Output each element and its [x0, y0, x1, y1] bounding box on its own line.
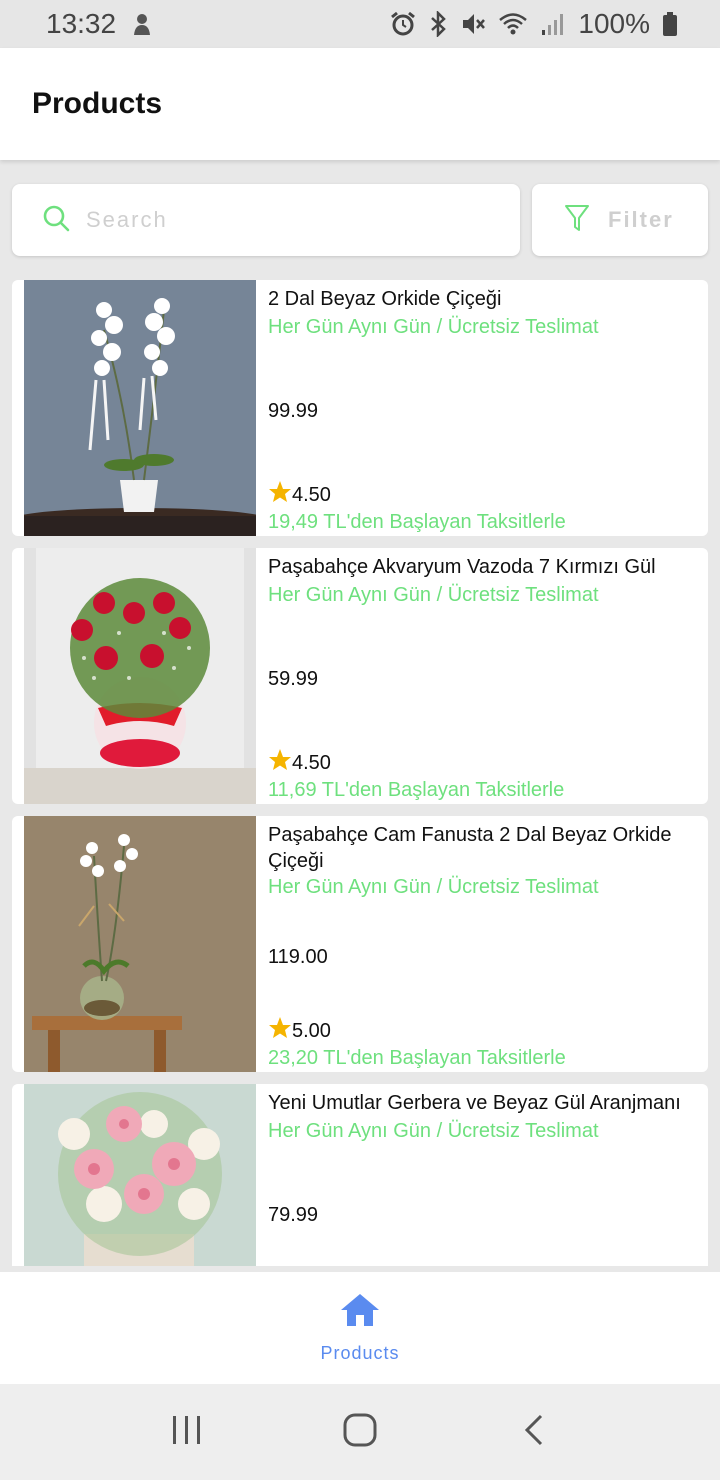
app-bar: Products — [0, 48, 720, 160]
bottom-navigation: Products — [0, 1272, 720, 1384]
star-icon — [268, 480, 292, 510]
product-price: 79.99 — [268, 1204, 319, 1226]
product-card[interactable]: Paşabahçe Cam Fanusta 2 Dal Beyaz Orkide… — [12, 816, 708, 1072]
screen: 13:32 100% Products Search Filter 2 Dal … — [0, 0, 720, 1480]
filter-button[interactable]: Filter — [532, 184, 708, 256]
mute-icon — [460, 11, 486, 37]
recent-apps-button[interactable] — [157, 1402, 217, 1462]
system-navigation — [0, 1384, 720, 1480]
alarm-icon — [390, 11, 416, 37]
search-icon — [42, 204, 70, 237]
home-icon — [339, 1292, 381, 1333]
product-card[interactable]: Yeni Umutlar Gerbera ve Beyaz Gül Aranjm… — [12, 1084, 708, 1266]
product-info: Yeni Umutlar Gerbera ve Beyaz Gül Aranjm… — [268, 1084, 704, 1266]
installment-info: 23,20 TL'den Başlayan Taksitlerle — [268, 1047, 566, 1069]
product-card[interactable]: 2 Dal Beyaz Orkide Çiçeği Her Gün Aynı G… — [12, 280, 708, 536]
product-name: Yeni Umutlar Gerbera ve Beyaz Gül Aranjm… — [268, 1092, 681, 1114]
home-circle-icon — [342, 1412, 378, 1453]
filter-icon — [564, 203, 590, 238]
notification-icon — [130, 11, 154, 37]
rating-value: 4.50 — [292, 483, 331, 506]
rating-value: 4.50 — [292, 751, 331, 774]
product-rating: 4.50 — [268, 748, 331, 778]
product-name: Paşabahçe Akvaryum Vazoda 7 Kırmızı Gül — [268, 556, 656, 578]
installment-info: 11,69 TL'den Başlayan Taksitlerle — [268, 779, 565, 801]
product-image — [24, 816, 256, 1072]
product-image — [24, 280, 256, 536]
page-title: Products — [32, 87, 163, 120]
product-rating: 4.50 — [268, 480, 331, 510]
status-bar: 13:32 100% — [0, 0, 720, 48]
delivery-info: Her Gün Aynı Gün / Ücretsiz Teslimat — [268, 1120, 599, 1142]
product-price: 99.99 — [268, 400, 319, 422]
product-price: 59.99 — [268, 668, 319, 690]
delivery-info: Her Gün Aynı Gün / Ücretsiz Teslimat — [268, 876, 599, 898]
product-info: 2 Dal Beyaz Orkide Çiçeği Her Gün Aynı G… — [268, 280, 704, 536]
filter-label: Filter — [608, 207, 674, 232]
star-icon — [268, 748, 292, 778]
search-input[interactable] — [86, 207, 466, 233]
status-right: 100% — [390, 8, 678, 40]
product-image — [24, 1084, 256, 1266]
product-list[interactable]: 2 Dal Beyaz Orkide Çiçeği Her Gün Aynı G… — [0, 280, 720, 1266]
search-bar[interactable] — [12, 184, 520, 256]
rating-value: 5.00 — [292, 1019, 331, 1042]
nav-label: Products — [320, 1343, 400, 1363]
signal-icon — [540, 11, 566, 37]
product-info: Paşabahçe Cam Fanusta 2 Dal Beyaz Orkide… — [268, 816, 704, 1072]
wifi-icon — [498, 11, 528, 37]
battery-icon — [662, 11, 678, 37]
product-name: Paşabahçe Cam Fanusta 2 Dal Beyaz Orkide… — [268, 824, 672, 872]
back-button[interactable] — [503, 1402, 563, 1462]
battery-percent: 100% — [578, 8, 650, 39]
product-info: Paşabahçe Akvaryum Vazoda 7 Kırmızı Gül … — [268, 548, 704, 804]
status-time: 13:32 — [46, 8, 117, 39]
back-icon — [521, 1413, 545, 1452]
product-image — [24, 548, 256, 804]
product-name: 2 Dal Beyaz Orkide Çiçeği — [268, 288, 502, 310]
installment-info: 19,49 TL'den Başlayan Taksitlerle — [268, 511, 566, 533]
star-icon — [268, 1016, 292, 1046]
delivery-info: Her Gün Aynı Gün / Ücretsiz Teslimat — [268, 316, 599, 338]
home-button[interactable] — [330, 1402, 390, 1462]
bluetooth-icon — [428, 11, 448, 37]
product-card[interactable]: Paşabahçe Akvaryum Vazoda 7 Kırmızı Gül … — [12, 548, 708, 804]
product-rating: 5.00 — [268, 1016, 331, 1046]
recent-apps-icon — [171, 1414, 203, 1451]
status-left: 13:32 — [46, 8, 154, 40]
product-price: 119.00 — [268, 946, 328, 968]
nav-item-products[interactable]: Products — [290, 1272, 430, 1384]
delivery-info: Her Gün Aynı Gün / Ücretsiz Teslimat — [268, 584, 599, 606]
